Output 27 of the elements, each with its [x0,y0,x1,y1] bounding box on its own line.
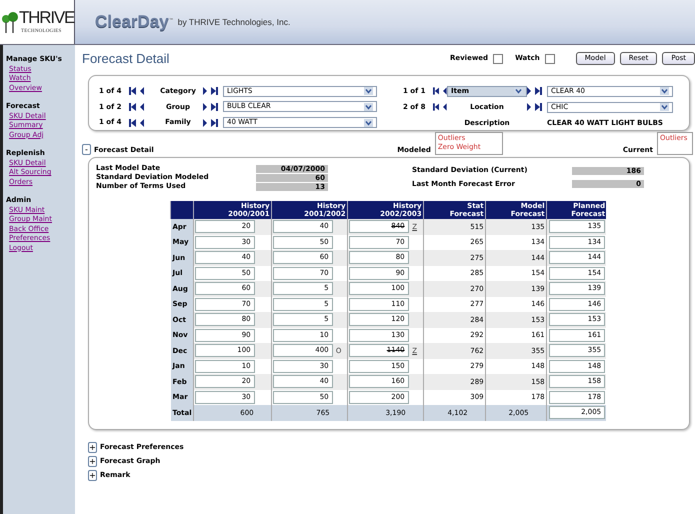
skip-start-icon[interactable] [433,87,440,96]
caret-icon [364,87,373,96]
caret-icon [660,103,669,112]
expand-toggle[interactable]: + [88,470,97,480]
expand-toggle[interactable]: + [88,442,97,452]
skip-end-icon[interactable] [211,102,218,111]
skip-start-icon[interactable] [129,118,136,127]
byline-text: by THRIVE Technologies, Inc. [178,16,290,28]
skip-end-icon[interactable] [535,103,542,112]
collapse-toggle[interactable]: - [82,144,91,155]
skip-start-icon[interactable] [129,87,136,96]
skip-end-icon[interactable] [211,118,218,127]
trees-icon [2,11,18,33]
skip-end-icon[interactable] [535,87,542,96]
skip-start-icon[interactable] [433,103,440,112]
checkbox[interactable] [544,54,555,64]
skip-start-icon[interactable] [129,102,136,111]
page-title: Forecast Detail [82,50,170,66]
expand-toggle[interactable]: + [88,456,97,466]
header-cell [170,201,194,219]
checkbox[interactable] [493,54,504,64]
caret-icon [364,102,373,111]
skip-end-icon[interactable] [211,87,218,96]
caret-icon [364,118,373,127]
product-name: ClearDay [95,11,169,34]
caret-icon [660,87,669,96]
caret-icon [514,87,523,96]
